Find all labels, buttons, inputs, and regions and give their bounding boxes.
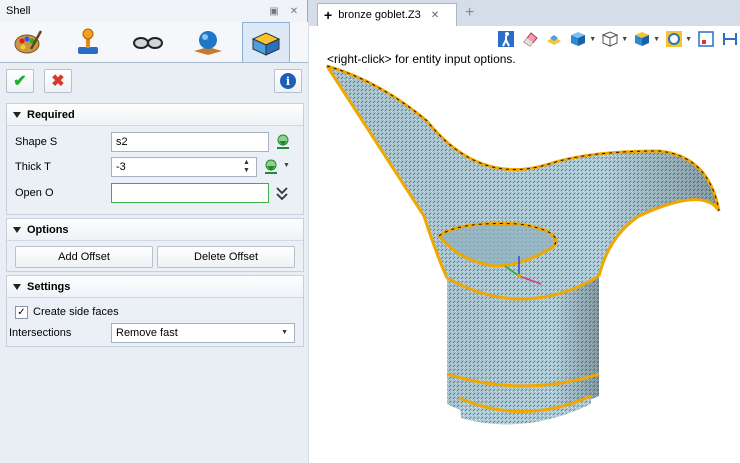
add-offset-button[interactable]: Add Offset — [15, 246, 153, 268]
sphere-on-plane-icon[interactable] — [184, 22, 232, 62]
thick-input[interactable]: -3 — [111, 157, 257, 177]
document-tab[interactable]: + bronze goblet.Z3 ✕ — [317, 3, 457, 26]
open-label: Open O — [15, 187, 54, 199]
glasses-icon[interactable] — [124, 22, 172, 62]
intersections-value: Remove fast — [116, 327, 178, 339]
ribbon-icon-bar — [0, 22, 308, 62]
settings-header[interactable]: Settings — [7, 276, 303, 298]
goblet-model[interactable] — [309, 26, 740, 463]
required-section: Required Shape S s2 Thick T -3 ▲ ▼ ▼ Open… — [6, 103, 304, 215]
shape-label: Shape S — [15, 136, 58, 148]
cancel-button[interactable]: ✖ — [44, 69, 72, 93]
collapse-triangle-icon — [13, 111, 21, 118]
options-header-label: Options — [27, 223, 69, 236]
new-tab-button[interactable]: + — [465, 4, 474, 22]
create-side-faces-row[interactable]: ✓ Create side faces — [15, 302, 119, 322]
options-header[interactable]: Options — [7, 219, 303, 241]
thick-spinner[interactable]: ▲ ▼ — [243, 159, 250, 175]
info-icon: i — [280, 73, 296, 89]
pick-thickness-icon[interactable] — [263, 159, 279, 175]
shell-command-icon[interactable] — [242, 22, 290, 62]
document-tab-title: bronze goblet.Z3 — [338, 9, 421, 21]
tab-plus-icon: + — [324, 7, 333, 23]
required-header-label: Required — [27, 108, 75, 121]
options-section: Options Add Offset Delete Offset — [6, 218, 304, 272]
delete-offset-button[interactable]: Delete Offset — [157, 246, 295, 268]
close-tab-icon[interactable]: ✕ — [431, 10, 439, 21]
panel-body: ✔ ✖ i Required Shape S s2 Thick T -3 ▲▼ — [0, 62, 308, 463]
x-icon: ✖ — [51, 73, 65, 90]
document-tab-bar: + bronze goblet.Z3 ✕ + — [309, 0, 740, 26]
3d-viewport[interactable]: ▼ ▼ ▼ ▼ <right-click> for entity input o… — [309, 26, 740, 463]
panel-titlebar: Shell ▣ ✕ — [0, 0, 307, 22]
create-side-faces-checkbox[interactable]: ✓ — [15, 305, 28, 319]
check-icon: ✔ — [13, 73, 27, 90]
chevron-down-icon: ▼ — [281, 329, 288, 336]
intersections-label: Intersections — [9, 327, 72, 339]
settings-header-label: Settings — [27, 280, 71, 293]
shape-input[interactable]: s2 — [111, 132, 269, 152]
close-panel-icon[interactable]: ✕ — [287, 4, 301, 18]
thick-dropdown-caret-icon[interactable]: ▼ — [283, 162, 290, 169]
help-button[interactable]: i — [274, 69, 302, 93]
settings-section: Settings ✓ Create side faces Intersectio… — [6, 275, 304, 347]
open-faces-input[interactable] — [111, 183, 269, 203]
paint-palette-icon[interactable] — [4, 22, 52, 62]
intersections-select[interactable]: Remove fast ▼ — [111, 323, 295, 343]
shell-command-panel: Shell ▣ ✕ ✔ ✖ i Required Shape S s2 Thic… — [0, 0, 308, 463]
expand-chevron-icon[interactable] — [275, 185, 289, 201]
collapse-triangle-icon — [13, 226, 21, 233]
create-side-faces-label: Create side faces — [33, 306, 119, 318]
joystick-icon[interactable] — [64, 22, 112, 62]
pick-entity-icon[interactable] — [275, 134, 291, 150]
collapse-triangle-icon — [13, 283, 21, 290]
panel-title: Shell — [6, 5, 31, 17]
ok-button[interactable]: ✔ — [6, 69, 34, 93]
thick-label: Thick T — [15, 161, 51, 173]
pin-icon[interactable]: ▣ — [267, 4, 281, 18]
required-header[interactable]: Required — [7, 104, 303, 126]
